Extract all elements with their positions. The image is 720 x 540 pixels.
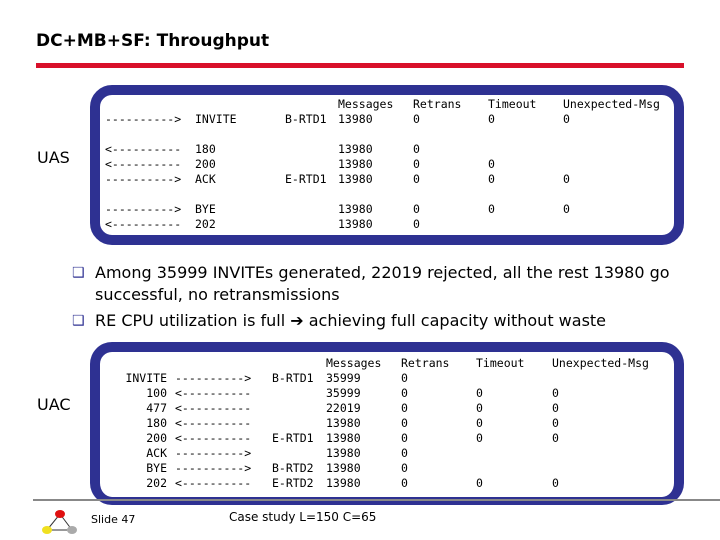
- column-header: Retrans: [401, 356, 450, 370]
- unexpected-count: 0: [552, 416, 559, 430]
- unexpected-count: 0: [563, 202, 570, 216]
- messages-count: 35999: [326, 386, 361, 400]
- timeout-count: 0: [488, 157, 495, 171]
- messages-count: 35999: [326, 371, 361, 385]
- footer-caption: Case study L=150 C=65: [229, 510, 377, 524]
- messages-count: 13980: [326, 461, 361, 475]
- message-type: BYE: [146, 461, 167, 475]
- column-header: Messages: [338, 97, 394, 111]
- message-type: INVITE: [195, 112, 237, 126]
- retrans-count: 0: [413, 142, 420, 156]
- timeout-count: 0: [476, 431, 483, 445]
- retrans-count: 0: [401, 416, 408, 430]
- message-type: INVITE: [125, 371, 167, 385]
- messages-count: 13980: [338, 202, 373, 216]
- arrow: <----------: [175, 476, 252, 490]
- unexpected-count: 0: [552, 476, 559, 490]
- page-title: DC+MB+SF: Throughput: [36, 31, 270, 51]
- unexpected-count: 0: [552, 431, 559, 445]
- message-type: 200: [146, 431, 167, 445]
- message-type: BYE: [195, 202, 216, 216]
- arrow: <----------: [105, 217, 182, 231]
- unexpected-count: 0: [563, 172, 570, 186]
- retrans-count: 0: [401, 446, 408, 460]
- retrans-count: 0: [401, 431, 408, 445]
- title-divider: [36, 63, 684, 68]
- unexpected-count: 0: [563, 112, 570, 126]
- messages-count: 13980: [338, 157, 373, 171]
- arrow: <----------: [105, 157, 182, 171]
- retrans-count: 0: [413, 112, 420, 126]
- column-header: Retrans: [413, 97, 462, 111]
- message-type: 180: [195, 142, 216, 156]
- message-type: 202: [195, 217, 216, 231]
- timeout-count: 0: [476, 416, 483, 430]
- retrans-count: 0: [413, 217, 420, 231]
- column-header: Messages: [326, 356, 382, 370]
- square-bullet-icon: ❑: [72, 313, 85, 329]
- slide-number: Slide 47: [91, 513, 136, 526]
- rtd-marker: B-RTD1: [272, 371, 314, 385]
- unexpected-count: 0: [552, 386, 559, 400]
- rtd-marker: B-RTD1: [285, 112, 327, 126]
- messages-count: 13980: [338, 217, 373, 231]
- message-type: 202: [146, 476, 167, 490]
- timeout-count: 0: [476, 476, 483, 490]
- uac-stats-table: Messages Retrans Timeout Unexpected-Msg INVI…: [90, 342, 684, 505]
- footer-divider: [33, 499, 720, 501]
- timeout-count: 0: [488, 112, 495, 126]
- message-type: 200: [195, 157, 216, 171]
- retrans-count: 0: [401, 386, 408, 400]
- rtd-marker: E-RTD1: [285, 172, 327, 186]
- timeout-count: 0: [488, 172, 495, 186]
- arrow: ---------->: [105, 112, 182, 126]
- messages-count: 13980: [326, 431, 361, 445]
- timeout-count: 0: [476, 386, 483, 400]
- arrow: ---------->: [175, 461, 252, 475]
- retrans-count: 0: [413, 157, 420, 171]
- messages-count: 13980: [326, 416, 361, 430]
- messages-count: 13980: [326, 476, 361, 490]
- arrow: <----------: [175, 401, 252, 415]
- message-type: 180: [146, 416, 167, 430]
- arrow: <----------: [175, 386, 252, 400]
- retrans-count: 0: [401, 461, 408, 475]
- timeout-count: 0: [488, 202, 495, 216]
- messages-count: 13980: [326, 446, 361, 460]
- rtd-marker: E-RTD1: [272, 431, 314, 445]
- retrans-count: 0: [401, 371, 408, 385]
- rtd-marker: B-RTD2: [272, 461, 314, 475]
- unexpected-count: 0: [552, 401, 559, 415]
- square-bullet-icon: ❑: [72, 265, 85, 281]
- retrans-count: 0: [401, 401, 408, 415]
- logo-icon: [42, 510, 77, 534]
- rtd-marker: E-RTD2: [272, 476, 314, 490]
- arrow: <----------: [105, 142, 182, 156]
- message-type: ACK: [146, 446, 167, 460]
- timeout-count: 0: [476, 401, 483, 415]
- arrow: ---------->: [105, 202, 182, 216]
- column-header: Timeout: [476, 356, 525, 370]
- arrow: <----------: [175, 431, 252, 445]
- arrow: ---------->: [175, 446, 252, 460]
- messages-count: 13980: [338, 112, 373, 126]
- message-type: ACK: [195, 172, 216, 186]
- retrans-count: 0: [401, 476, 408, 490]
- uas-label: UAS: [37, 148, 70, 167]
- message-type: 477: [146, 401, 167, 415]
- messages-count: 22019: [326, 401, 361, 415]
- retrans-count: 0: [413, 172, 420, 186]
- messages-count: 13980: [338, 172, 373, 186]
- retrans-count: 0: [413, 202, 420, 216]
- uac-label: UAC: [37, 395, 71, 414]
- messages-count: 13980: [338, 142, 373, 156]
- arrow: <----------: [175, 416, 252, 430]
- uas-stats-table: Messages Retrans Timeout Unexpected-Msg ----…: [90, 85, 684, 245]
- message-type: 100: [146, 386, 167, 400]
- column-header: Timeout: [488, 97, 537, 111]
- arrow: ---------->: [175, 371, 252, 385]
- column-header: Unexpected-Msg: [552, 356, 649, 370]
- column-header: Unexpected-Msg: [563, 97, 660, 111]
- arrow: ---------->: [105, 172, 182, 186]
